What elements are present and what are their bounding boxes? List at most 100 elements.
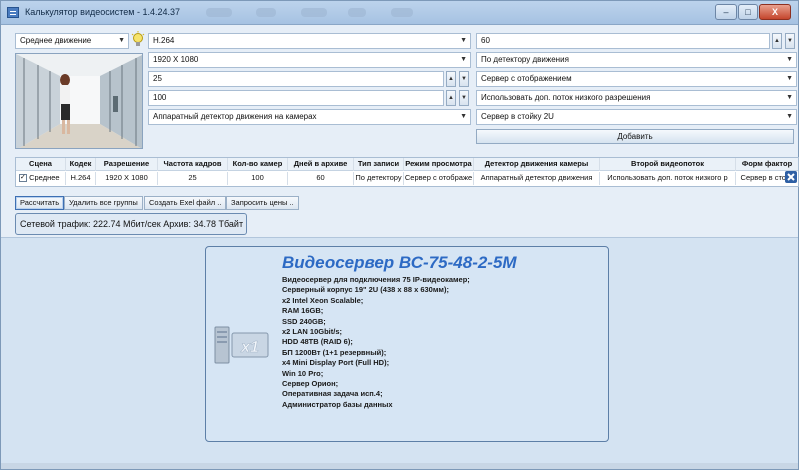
column-header-record-type[interactable]: Тип записи: [354, 158, 404, 171]
server-spec-line: Оперативная задача исп.4;: [282, 389, 383, 399]
scene-select[interactable]: Среднее движение ▼: [15, 33, 129, 49]
chevron-down-icon: ▼: [786, 113, 793, 120]
add-button[interactable]: Добавить: [476, 129, 794, 144]
record-type-select[interactable]: По детектору движения ▼: [476, 52, 797, 68]
view-mode-value: Сервер с отображением: [481, 74, 572, 83]
record-type-value: По детектору движения: [481, 55, 569, 64]
second-stream-select[interactable]: Использовать доп. поток низкого разрешен…: [476, 90, 797, 106]
chevron-down-icon: ▼: [460, 113, 467, 120]
form-factor-select[interactable]: Сервер в стойку 2U ▼: [476, 109, 797, 125]
resolution-select[interactable]: 1920 X 1080 ▼: [148, 52, 471, 68]
blurred-title-element: [206, 8, 232, 17]
server-spec-line: HDD 48TB (RAID 6);: [282, 337, 353, 347]
table-cell: По детектору: [354, 172, 404, 185]
table-cell: Сервер с отображе: [404, 172, 474, 185]
column-header-motion-detector[interactable]: Детектор движения камеры: [474, 158, 600, 171]
chevron-down-icon: ▼: [786, 56, 793, 63]
server-spec-line: Сервер Орион;: [282, 379, 339, 389]
column-header-codec[interactable]: Кодек: [66, 158, 96, 171]
server-icon: x1: [214, 326, 269, 364]
codec-select[interactable]: H.264 ▼: [148, 33, 471, 49]
camera-count-decrement-button[interactable]: ▼: [459, 90, 469, 106]
table-cell: Аппаратный детектор движения: [474, 172, 600, 185]
delete-row-icon[interactable]: [785, 171, 797, 183]
table-cell-scene-text: Среднее: [29, 173, 60, 182]
server-spec-line: x2 LAN 10Gbit/s;: [282, 327, 343, 337]
column-header-scene[interactable]: Сцена: [16, 158, 66, 171]
table-row[interactable]: ✓ Среднее H.264 1920 X 1080 25 100 60 По…: [16, 172, 798, 185]
column-header-form-factor[interactable]: Форм фактор: [736, 158, 798, 171]
chevron-down-icon: ▼: [786, 94, 793, 101]
summary-readout: Сетевой трафик: 222.74 Мбит/сек Архив: 3…: [15, 213, 247, 235]
chevron-down-icon: ▼: [460, 56, 467, 63]
archive-days-increment-button[interactable]: ▲: [772, 33, 782, 49]
server-icon-label: x1: [240, 339, 259, 356]
server-spec-line: Win 10 Pro;: [282, 368, 324, 378]
motion-detector-value: Аппаратный детектор движения на камерах: [153, 112, 317, 121]
codec-value: H.264: [153, 36, 175, 45]
chevron-down-icon: ▼: [118, 37, 125, 44]
blurred-title-element: [301, 8, 327, 17]
camera-count-value: 100: [153, 93, 167, 102]
table-cell: H.264: [66, 172, 96, 185]
status-strip: [1, 463, 798, 469]
server-spec-list: Видеосервер для подключения 75 IP-видеок…: [282, 275, 602, 410]
blurred-title-element: [391, 8, 413, 17]
table-cell: 100: [228, 172, 288, 185]
server-spec-line: БП 1200Вт (1+1 резервный);: [282, 347, 387, 357]
camera-count-increment-button[interactable]: ▲: [446, 90, 456, 106]
table-cell: Использовать доп. поток низкого р: [600, 172, 736, 185]
row-checkbox[interactable]: ✓: [19, 174, 27, 183]
fps-decrement-button[interactable]: ▼: [459, 71, 469, 87]
create-excel-button[interactable]: Создать Exel файл ..: [144, 196, 227, 210]
server-spec-line: Видеосервер для подключения 75 IP-видеок…: [282, 275, 470, 284]
server-result-card: x1 Видеосервер ВС-75-48-2-5М Видеосервер…: [205, 246, 609, 442]
calculate-button[interactable]: Рассчитать: [15, 196, 65, 210]
blurred-title-element: [348, 8, 366, 17]
chevron-down-icon: ▼: [460, 37, 467, 44]
chevron-down-icon: ▼: [786, 75, 793, 82]
column-header-fps[interactable]: Частота кадров: [158, 158, 228, 171]
fps-value: 25: [153, 74, 162, 83]
server-spec-line: x4 Mini Display Port (Full HD);: [282, 358, 390, 368]
delete-all-groups-button[interactable]: Удалить все группы: [64, 196, 143, 210]
column-header-archive-days[interactable]: Дней в архиве: [288, 158, 354, 171]
minimize-button[interactable]: –: [715, 4, 737, 20]
server-spec-line: x2 Intel Xeon Scalable;: [282, 295, 364, 305]
column-header-cameras[interactable]: Кол-во камер: [228, 158, 288, 171]
table-cell: 60: [288, 172, 354, 185]
maximize-button[interactable]: □: [738, 4, 758, 20]
archive-days-decrement-button[interactable]: ▼: [785, 33, 795, 49]
title-bar: Калькулятор видеосистем - 1.4.24.37 – □ …: [1, 1, 798, 25]
groups-table: Сцена Кодек Разрешение Частота кадров Ко…: [15, 157, 799, 187]
fps-input[interactable]: 25: [148, 71, 444, 87]
blurred-title-element: [256, 8, 276, 17]
lightbulb-icon[interactable]: [131, 31, 145, 49]
table-cell: 25: [158, 172, 228, 185]
archive-days-value: 60: [481, 36, 490, 45]
second-stream-value: Использовать доп. поток низкого разрешен…: [481, 93, 651, 102]
camera-count-input[interactable]: 100: [148, 90, 444, 106]
column-header-view-mode[interactable]: Режим просмотра: [404, 158, 474, 171]
scene-select-value: Среднее движение: [20, 36, 92, 45]
app-window: Калькулятор видеосистем - 1.4.24.37 – □ …: [0, 0, 799, 470]
server-title: Видеосервер ВС-75-48-2-5М: [282, 253, 517, 272]
motion-detector-select[interactable]: Аппаратный детектор движения на камерах …: [148, 109, 471, 125]
resolution-value: 1920 X 1080: [153, 55, 199, 64]
archive-days-input[interactable]: 60: [476, 33, 770, 49]
column-header-second-stream[interactable]: Второй видеопоток: [600, 158, 736, 171]
server-spec-line: Серверный корпус 19" 2U (438 x 88 x 630м…: [282, 285, 449, 295]
fps-increment-button[interactable]: ▲: [446, 71, 456, 87]
scene-preview-image: [15, 53, 143, 149]
server-spec-line: SSD 240GB;: [282, 316, 326, 326]
table-cell: 1920 X 1080: [96, 172, 158, 185]
column-header-resolution[interactable]: Разрешение: [96, 158, 158, 171]
request-prices-button[interactable]: Запросить цены ..: [226, 196, 299, 210]
form-factor-value: Сервер в стойку 2U: [481, 112, 554, 121]
server-spec-line: RAM 16GB;: [282, 306, 324, 316]
close-button[interactable]: X: [759, 4, 791, 20]
window-title: Калькулятор видеосистем - 1.4.24.37: [25, 7, 181, 17]
view-mode-select[interactable]: Сервер с отображением ▼: [476, 71, 797, 87]
server-spec-line: Администратор базы данных: [282, 399, 393, 409]
app-icon: [7, 7, 19, 18]
